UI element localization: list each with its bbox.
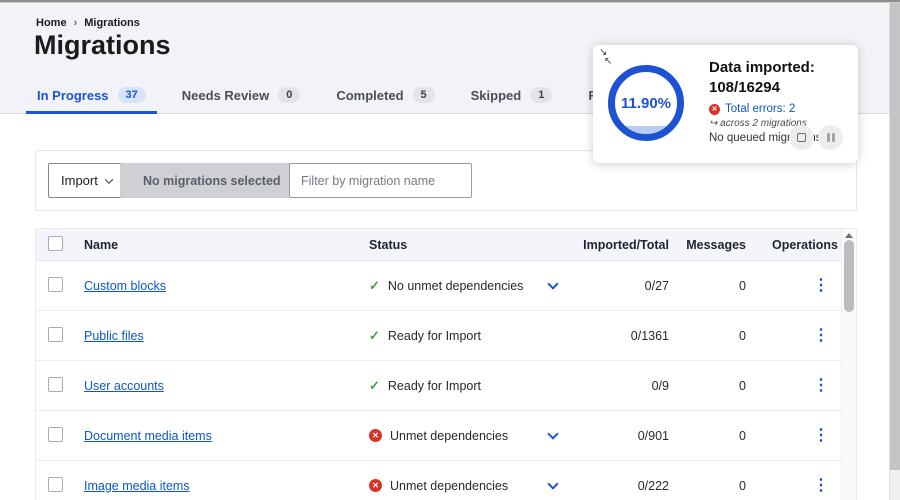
data-imported-value: 108/16294 xyxy=(709,79,780,96)
row-checkbox[interactable] xyxy=(48,276,63,292)
imported-total-value: 0/1361 xyxy=(630,328,669,343)
table-scrollbar[interactable] xyxy=(841,229,856,500)
import-progress-popup: ↘ ↖ 11.90% Data imported: 108/16294 ✕ To… xyxy=(593,45,858,163)
status-text: Ready for Import xyxy=(387,328,481,343)
status-error-icon: ✕ xyxy=(369,479,382,492)
column-header-imported-total: Imported/Total xyxy=(583,237,669,252)
expand-row-chevron-icon[interactable] xyxy=(547,427,559,440)
migration-name-link[interactable]: Image media items xyxy=(84,479,190,493)
table-row: Custom blocks ✓ No unmet dependencies 0/… xyxy=(36,261,842,311)
messages-count: 0 xyxy=(739,328,746,343)
column-header-name: Name xyxy=(84,237,119,252)
messages-count: 0 xyxy=(739,278,746,293)
imported-total-value: 0/27 xyxy=(644,278,669,293)
breadcrumb-current-link[interactable]: Migrations xyxy=(84,17,140,29)
breadcrumb: Home › Migrations xyxy=(36,17,140,29)
pause-button[interactable] xyxy=(818,125,843,150)
stop-button[interactable] xyxy=(789,125,814,150)
tab-count-badge: 37 xyxy=(117,87,146,103)
migration-name-link[interactable]: Custom blocks xyxy=(84,279,166,293)
page-scrollbar-thumb[interactable] xyxy=(890,3,900,470)
stop-icon xyxy=(797,133,806,142)
scroll-up-arrow-icon[interactable] xyxy=(845,233,853,238)
tab-skipped[interactable]: Skipped 1 xyxy=(460,78,564,114)
import-button-label: Import xyxy=(61,173,98,188)
row-checkbox[interactable] xyxy=(48,376,63,392)
imported-total-value: 0/9 xyxy=(651,378,669,393)
messages-count: 0 xyxy=(739,378,746,393)
row-checkbox[interactable] xyxy=(48,326,63,342)
table-scrollbar-thumb[interactable] xyxy=(844,240,854,312)
pause-icon xyxy=(826,133,835,142)
table-row: User accounts ✓ Ready for Import 0/9 0 ⋮ xyxy=(36,361,842,411)
table-row: Image media items ✕ Unmet dependencies 0… xyxy=(36,461,842,500)
expand-row-chevron-icon[interactable] xyxy=(547,277,559,290)
operations-menu-button[interactable]: ⋮ xyxy=(813,477,829,494)
import-dropdown-button[interactable]: Import xyxy=(48,163,125,198)
status-text: Ready for Import xyxy=(387,378,481,393)
expand-row-chevron-icon[interactable] xyxy=(547,477,559,490)
progress-gauge: 11.90% xyxy=(607,64,685,142)
tab-label: In Progress xyxy=(37,87,109,103)
window-top-edge xyxy=(0,0,900,3)
migration-name-link[interactable]: Public files xyxy=(84,329,144,343)
breadcrumb-home-link[interactable]: Home xyxy=(36,17,67,29)
tab-label: Skipped xyxy=(470,87,522,103)
across-arrow-icon: ↪ xyxy=(709,118,721,129)
progress-percent: 11.90% xyxy=(620,94,672,112)
filter-migration-input[interactable] xyxy=(289,163,472,198)
breadcrumb-separator-icon: › xyxy=(73,17,78,29)
operations-menu-button[interactable]: ⋮ xyxy=(813,427,829,444)
migrations-table: Name Status Imported/Total Messages Oper… xyxy=(35,228,857,500)
operations-menu-button[interactable]: ⋮ xyxy=(813,327,829,344)
data-imported-label: Data imported: xyxy=(709,59,815,76)
column-header-operations: Operations xyxy=(772,237,838,252)
tab-in-progress[interactable]: In Progress 37 xyxy=(26,78,157,114)
chevron-down-icon xyxy=(104,174,114,184)
tab-count-badge: 5 xyxy=(412,87,435,103)
operations-menu-button[interactable]: ⋮ xyxy=(813,377,829,394)
table-row: Document media items ✕ Unmet dependencie… xyxy=(36,411,842,461)
status-ok-icon: ✓ xyxy=(369,277,380,293)
status-text: Unmet dependencies xyxy=(390,478,509,493)
migration-name-link[interactable]: User accounts xyxy=(84,379,164,393)
tab-count-badge: 0 xyxy=(278,87,301,103)
row-checkbox[interactable] xyxy=(48,476,63,492)
tab-count-badge: 1 xyxy=(530,87,553,103)
migration-name-link[interactable]: Document media items xyxy=(84,429,212,443)
imported-total-value: 0/901 xyxy=(637,428,669,443)
table-row: Public files ✓ Ready for Import 0/1361 0… xyxy=(36,311,842,361)
tab-label: Needs Review xyxy=(181,87,270,103)
messages-count: 0 xyxy=(739,478,746,493)
page-title: Migrations xyxy=(34,30,171,60)
imported-total-value: 0/222 xyxy=(637,478,669,493)
operations-menu-button[interactable]: ⋮ xyxy=(813,277,829,294)
no-migrations-selected-button: No migrations selected xyxy=(120,163,304,198)
page-scrollbar[interactable] xyxy=(889,3,900,500)
column-header-status: Status xyxy=(369,237,408,252)
tab-needs-review[interactable]: Needs Review 0 xyxy=(171,78,312,114)
messages-count: 0 xyxy=(739,428,746,443)
tab-completed[interactable]: Completed 5 xyxy=(325,78,445,114)
table-body: Custom blocks ✓ No unmet dependencies 0/… xyxy=(36,261,856,500)
status-text: No unmet dependencies xyxy=(387,278,524,293)
status-error-icon: ✕ xyxy=(369,429,382,442)
row-checkbox[interactable] xyxy=(48,426,63,442)
status-ok-icon: ✓ xyxy=(369,377,380,393)
progress-controls xyxy=(789,125,843,150)
column-header-messages: Messages xyxy=(686,237,746,252)
select-all-checkbox[interactable] xyxy=(48,235,63,251)
error-badge-icon: ✕ xyxy=(709,103,720,115)
status-ok-icon: ✓ xyxy=(369,327,380,343)
table-header-row: Name Status Imported/Total Messages Oper… xyxy=(36,229,842,261)
total-errors-link[interactable]: ✕ Total errors: 2 xyxy=(709,103,851,115)
tab-label: Completed xyxy=(336,87,404,103)
status-text: Unmet dependencies xyxy=(390,428,509,443)
